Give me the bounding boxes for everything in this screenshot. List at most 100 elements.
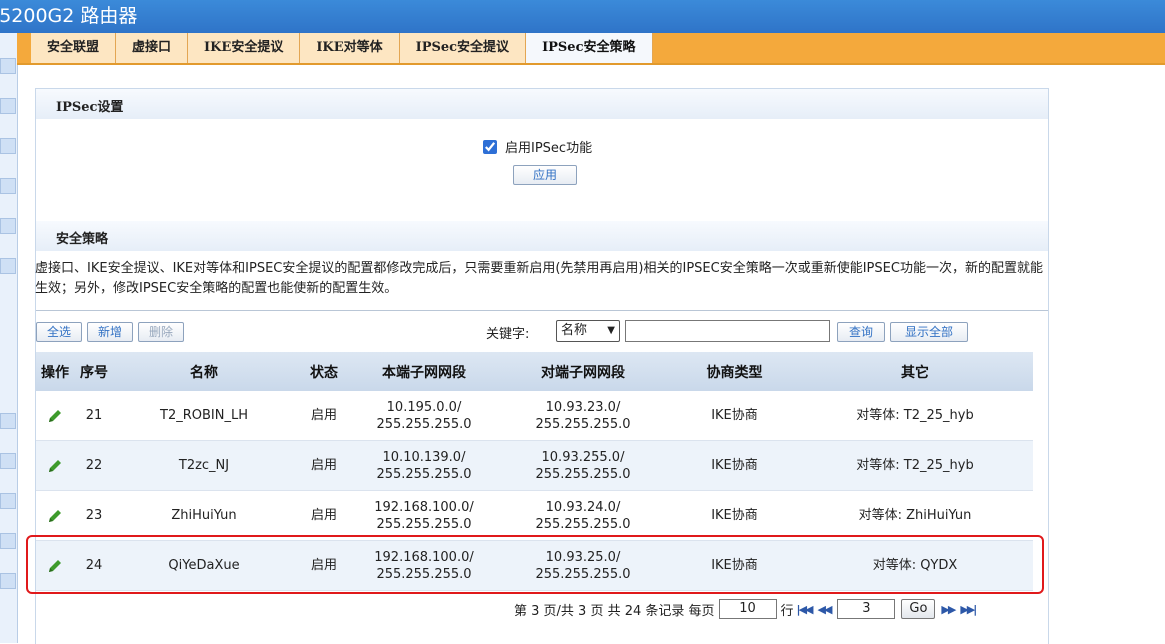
tab-list: 安全联盟 虚接口 IKE安全提议 IKE对等体 IPSec安全提议 IPSec安… — [31, 33, 653, 63]
tab-security-association[interactable]: 安全联盟 — [31, 33, 117, 63]
nav-icon[interactable] — [0, 258, 16, 274]
nav-icon[interactable] — [0, 413, 16, 429]
tab-ike-proposal[interactable]: IKE安全提议 — [188, 33, 301, 63]
panel-border — [35, 600, 36, 643]
select-all-button[interactable]: 全选 — [36, 322, 82, 342]
row-status: 启用 — [294, 391, 354, 441]
row-negotiation-type: IKE协商 — [672, 391, 797, 441]
column-header: 其它 — [797, 352, 1033, 391]
delete-button[interactable]: 删除 — [138, 322, 184, 342]
nav-icon[interactable] — [0, 493, 16, 509]
policy-description: 虚接口、IKE安全提议、IKE对等体和IPSEC安全提议的配置都修改完成后，只需… — [35, 261, 1043, 296]
remote-mask: 255.255.255.0 — [535, 466, 631, 482]
keyword-select[interactable]: 名称 ▼ — [556, 320, 620, 342]
column-header: 操作 — [36, 352, 74, 391]
ipsec-settings-title: IPSec设置 — [56, 100, 124, 115]
nav-icon[interactable] — [0, 453, 16, 469]
remote-net: 10.93.255.0/ — [541, 449, 625, 465]
go-button[interactable]: Go — [901, 599, 936, 619]
edit-cell — [36, 440, 74, 491]
tab-ipsec-proposal[interactable]: IPSec安全提议 — [399, 33, 527, 63]
table-header-row: 操作 序号 名称 状态 本端子网网段 对端子网网段 协商类型 其它 — [36, 352, 1033, 391]
column-header: 本端子网网段 — [354, 352, 494, 391]
row-remote-subnet: 10.93.255.0/255.255.255.0 — [494, 440, 672, 491]
security-policy-title: 安全策略 — [56, 232, 109, 247]
apply-button[interactable]: 应用 — [513, 165, 577, 185]
enable-ipsec-label: 启用IPSec功能 — [505, 141, 593, 156]
row-negotiation-type: IKE协商 — [672, 440, 797, 491]
per-page-input[interactable]: 10 — [718, 599, 777, 619]
pencil-icon[interactable] — [46, 407, 64, 425]
tab-bar: 安全联盟 虚接口 IKE安全提议 IKE对等体 IPSec安全提议 IPSec安… — [17, 33, 1165, 65]
next-page-icon[interactable]: ▶▶ — [941, 603, 956, 616]
remote-net: 10.93.24.0/ — [545, 499, 621, 515]
local-mask: 255.255.255.0 — [376, 516, 472, 532]
tab-ike-peer[interactable]: IKE对等体 — [300, 33, 400, 63]
local-mask: 255.255.255.0 — [376, 466, 472, 482]
app-title: R5200G2 路由器 — [0, 5, 138, 27]
row-name: T2_ROBIN_LH — [114, 391, 294, 441]
enable-ipsec-option[interactable]: 启用IPSec功能 — [483, 137, 592, 156]
local-mask: 255.255.255.0 — [376, 416, 472, 432]
nav-icon[interactable] — [0, 218, 16, 234]
enable-ipsec-checkbox[interactable] — [483, 139, 497, 154]
local-net: 10.10.139.0/ — [382, 449, 466, 465]
pager-summary: 第 3 页/共 3 页 共 24 条记录 每页 — [514, 603, 715, 619]
tab-virtual-interface[interactable]: 虚接口 — [116, 33, 189, 63]
chevron-down-icon: ▼ — [607, 325, 615, 336]
tab-ipsec-policy[interactable]: IPSec安全策略 — [526, 33, 653, 63]
row-local-subnet: 10.195.0.0/255.255.255.0 — [354, 391, 494, 441]
first-page-icon[interactable]: |◀◀ — [797, 603, 814, 616]
ipsec-settings-header: IPSec设置 — [36, 89, 1048, 119]
page-input[interactable]: 3 — [837, 599, 896, 619]
local-net: 10.195.0.0/ — [386, 399, 462, 415]
row-status: 启用 — [294, 490, 354, 541]
edit-cell — [36, 490, 74, 541]
last-page-icon[interactable]: ▶▶| — [960, 603, 977, 616]
column-header: 状态 — [294, 352, 354, 391]
keyword-input[interactable] — [625, 320, 830, 342]
column-header: 协商类型 — [672, 352, 797, 391]
row-local-subnet: 10.10.139.0/255.255.255.0 — [354, 440, 494, 491]
pagination: 第 3 页/共 3 页 共 24 条记录 每页 10 行 |◀◀ ◀◀ 3 Go… — [514, 598, 978, 620]
row-other: 对等体: T2_25_hyb — [797, 391, 1033, 441]
row-name: ZhiHuiYun — [114, 490, 294, 541]
nav-icon[interactable] — [0, 58, 16, 74]
nav-icon[interactable] — [0, 533, 16, 549]
edit-cell — [36, 391, 74, 441]
row-local-subnet: 192.168.100.0/255.255.255.0 — [354, 490, 494, 541]
row-remote-subnet: 10.93.23.0/255.255.255.0 — [494, 391, 672, 441]
remote-net: 10.93.23.0/ — [545, 399, 621, 415]
security-policy-header: 安全策略 — [36, 221, 1048, 251]
column-header: 对端子网网段 — [494, 352, 672, 391]
row-id: 22 — [74, 440, 114, 491]
rows-unit: 行 — [780, 603, 794, 619]
pencil-icon[interactable] — [46, 457, 64, 475]
keyword-label: 关键字: — [486, 327, 530, 342]
add-button[interactable]: 新增 — [87, 322, 133, 342]
row-other: 对等体: ZhiHuiYun — [797, 490, 1033, 541]
table-row[interactable]: 21 T2_ROBIN_LH 启用 10.195.0.0/255.255.255… — [36, 391, 1033, 441]
highlight-box — [26, 535, 1044, 594]
nav-icon[interactable] — [0, 178, 16, 194]
nav-icon[interactable] — [0, 573, 16, 589]
row-other: 对等体: T2_25_hyb — [797, 440, 1033, 491]
row-id: 21 — [74, 391, 114, 441]
column-header: 名称 — [114, 352, 294, 391]
column-header: 序号 — [74, 352, 114, 391]
left-nav-strip — [0, 33, 18, 643]
divider — [36, 310, 1048, 311]
pencil-icon[interactable] — [46, 507, 64, 525]
table-row[interactable]: 23 ZhiHuiYun 启用 192.168.100.0/255.255.25… — [36, 490, 1033, 541]
show-all-button[interactable]: 显示全部 — [890, 322, 968, 342]
remote-mask: 255.255.255.0 — [535, 516, 631, 532]
prev-page-icon[interactable]: ◀◀ — [817, 603, 832, 616]
query-button[interactable]: 查询 — [837, 322, 885, 342]
row-name: T2zc_NJ — [114, 440, 294, 491]
title-bar: R5200G2 路由器 — [0, 0, 1165, 33]
nav-icon[interactable] — [0, 98, 16, 114]
row-status: 启用 — [294, 440, 354, 491]
table-row[interactable]: 22 T2zc_NJ 启用 10.10.139.0/255.255.255.0 … — [36, 440, 1033, 491]
row-id: 23 — [74, 490, 114, 541]
nav-icon[interactable] — [0, 138, 16, 154]
